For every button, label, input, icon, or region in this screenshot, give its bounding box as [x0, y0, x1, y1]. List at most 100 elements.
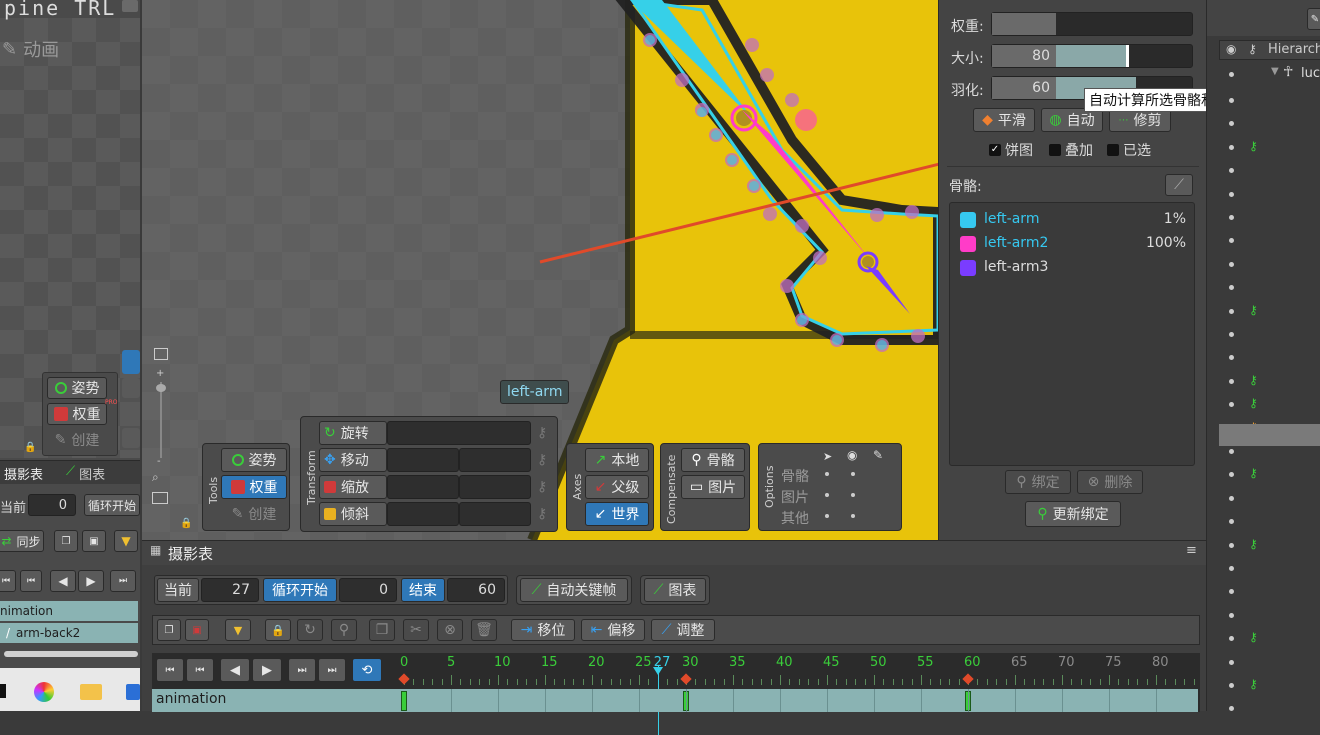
bind-button[interactable]: ⚲ 绑定 [1005, 470, 1071, 494]
key-icon[interactable]: ⚷ [1249, 139, 1258, 153]
compensate-images-button[interactable]: ▭ 图片 [681, 475, 745, 499]
hierarchy-selected-row[interactable] [1219, 424, 1320, 446]
keyframe-marker[interactable] [962, 673, 974, 685]
rotate-button[interactable]: ↻ 旋转 [319, 421, 387, 445]
delete-keys-button[interactable]: 🗑 [471, 619, 497, 641]
visibility-dot[interactable] [1229, 495, 1234, 501]
loop-button[interactable]: ⟲ [352, 658, 382, 682]
cut-keys-button[interactable]: ✂ [403, 619, 429, 641]
hierarchy-row[interactable] [1219, 277, 1320, 299]
visibility-dot[interactable] [1229, 636, 1234, 642]
left-play[interactable]: ▶ [78, 570, 104, 592]
shear-key-icon[interactable]: ⚷ [537, 506, 547, 522]
taskbar-windows-icon[interactable] [0, 684, 6, 698]
key-icon[interactable]: ⚷ [1249, 537, 1258, 551]
loop-start-label[interactable]: 循环开始 [263, 578, 337, 602]
play-backward-button[interactable]: ◀ [220, 658, 250, 682]
hierarchy-row[interactable] [1219, 90, 1320, 112]
create-button[interactable]: ✎ 创建 [221, 502, 287, 526]
current-field[interactable]: 27 [201, 578, 259, 602]
key-icon[interactable]: ⚷ [1249, 466, 1258, 480]
check-overlay[interactable]: 叠加 [1049, 140, 1093, 160]
left-scrollbar[interactable] [4, 651, 138, 657]
tab-graph-left[interactable]: ⟋ 图表 [66, 464, 105, 483]
key-icon[interactable]: ⚷ [1249, 373, 1258, 387]
left-copy-button[interactable]: ❐ [54, 530, 78, 552]
visibility-dot[interactable] [1229, 144, 1234, 150]
visibility-dot[interactable] [1229, 98, 1234, 103]
visibility-dot[interactable] [1229, 215, 1234, 220]
app-title-close-icon[interactable] [122, 0, 138, 12]
hierarchy-row[interactable]: ⚷ [1219, 628, 1320, 650]
keyframe-marker[interactable] [398, 673, 410, 685]
scale-field-x[interactable] [387, 475, 459, 499]
check-pie[interactable]: ✓ 饼图 [989, 140, 1033, 160]
hierarchy-row[interactable]: ⚷ [1219, 535, 1320, 557]
left-create-button[interactable]: ✎ 创建 [47, 429, 107, 451]
bone-keys-button[interactable]: ⚲ [331, 619, 357, 641]
adjust-button[interactable]: ⟋ 调整 [651, 619, 715, 641]
playhead-handle[interactable] [652, 667, 663, 675]
side-translate-icon[interactable] [122, 378, 140, 398]
zoom-thumb[interactable] [156, 384, 166, 392]
left-pose-button[interactable]: 姿势 [47, 377, 107, 399]
left-paste-button[interactable]: ▣ [82, 530, 106, 552]
viewport-lock-icon[interactable]: 🔒 [180, 518, 192, 529]
left-current-field[interactable]: 0 [28, 494, 76, 516]
weight-slider[interactable] [991, 12, 1193, 36]
hierarchy-row[interactable] [1219, 347, 1320, 369]
left-sync-button[interactable]: ⇄ 同步 [0, 530, 44, 552]
hierarchy-row[interactable] [1219, 581, 1320, 603]
taskbar-edge-icon[interactable] [126, 684, 140, 700]
hierarchy-row[interactable]: ⚷ [1219, 464, 1320, 486]
scale-field-y[interactable] [459, 475, 531, 499]
left-loop-start[interactable]: 循环开始 [84, 494, 140, 516]
translate-field-x[interactable] [387, 448, 459, 472]
hierarchy-row[interactable] [1219, 558, 1320, 580]
visibility-dot[interactable] [1229, 378, 1234, 384]
last-frame-button[interactable]: ⏭ [318, 658, 346, 682]
auto-key-button[interactable]: ⟋ 自动关键帧 [520, 578, 628, 602]
left-weights-button[interactable]: 权重 [47, 403, 107, 425]
left-filter-button[interactable]: ▼ [114, 530, 138, 552]
hierarchy-row[interactable] [1219, 207, 1320, 229]
key-icon[interactable]: ⚷ [1249, 396, 1258, 410]
visibility-dot[interactable] [1229, 308, 1234, 314]
prev-frame-button[interactable]: ⏮ [186, 658, 214, 682]
end-field[interactable]: 60 [447, 578, 505, 602]
hierarchy-row[interactable]: ⚷ [1219, 301, 1320, 323]
visibility-dot[interactable] [1229, 261, 1234, 267]
shift-button[interactable]: ⇤ 偏移 [581, 619, 645, 641]
compensate-bones-button[interactable]: ⚲ 骨骼 [681, 448, 745, 472]
zoom-track[interactable] [160, 382, 162, 458]
keyframe-block[interactable] [401, 691, 407, 711]
hierarchy-row[interactable] [1219, 160, 1320, 182]
hierarchy-row[interactable] [1219, 324, 1320, 346]
dopesheet-menu-icon[interactable]: ≡ [1186, 543, 1197, 558]
translate-field-y[interactable] [459, 448, 531, 472]
hierarchy-row[interactable]: ⚷ [1219, 371, 1320, 393]
axes-local-button[interactable]: ↗ 本地 [585, 448, 649, 472]
side-shear-icon[interactable] [122, 428, 140, 448]
hierarchy-row[interactable] [1219, 652, 1320, 674]
left-first-frame[interactable]: ⏮ [0, 570, 16, 592]
hierarchy-row[interactable] [1219, 184, 1320, 206]
hierarchy-row[interactable] [1219, 698, 1320, 720]
check-selected[interactable]: 已选 [1107, 140, 1151, 160]
translate-key-icon[interactable]: ⚷ [537, 452, 547, 468]
hierarchy-row[interactable]: ⚷ [1219, 137, 1320, 159]
visibility-dot[interactable] [1229, 683, 1234, 688]
lock-keys-button[interactable]: 🔒 [265, 619, 291, 641]
next-frame-button[interactable]: ⏭ [288, 658, 316, 682]
left-play-back[interactable]: ◀ [50, 570, 76, 592]
shear-button[interactable]: 倾斜 [319, 502, 387, 526]
hierarchy-row[interactable] [1219, 605, 1320, 627]
translate-button[interactable]: ✥ 移动 [319, 448, 387, 472]
axes-world-button[interactable]: ↙ 世界 [585, 502, 649, 526]
tab-dopesheet-left[interactable]: 摄影表 [4, 464, 43, 483]
hierarchy-row[interactable] [1219, 254, 1320, 276]
hierarchy-row[interactable] [1219, 113, 1320, 135]
hierarchy-row[interactable] [1219, 511, 1320, 533]
timeline-ruler[interactable]: 0 5 10 15 20 25 27 30 35 40 45 50 55 60 65 70 75 80 [398, 653, 1200, 735]
key-icon[interactable]: ⚷ [1249, 303, 1258, 317]
